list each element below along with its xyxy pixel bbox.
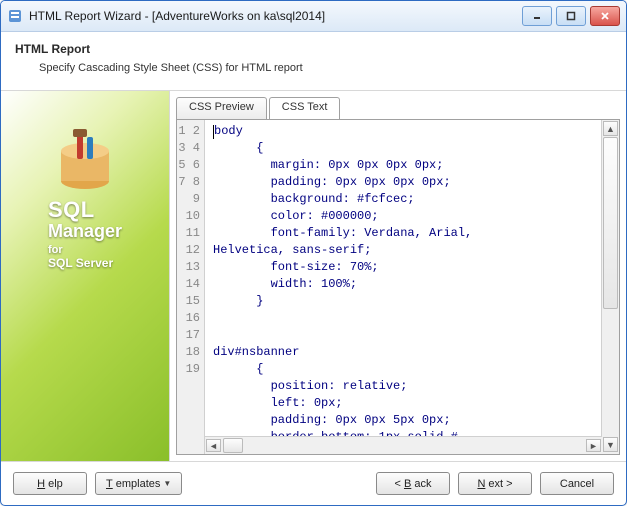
titlebar: HTML Report Wizard - [AdventureWorks on … <box>1 1 626 32</box>
tab-css-text[interactable]: CSS Text <box>269 97 341 119</box>
page-subtitle: Specify Cascading Style Sheet (CSS) for … <box>39 62 612 74</box>
brand-line1: SQL <box>48 199 122 221</box>
scroll-right-icon[interactable]: ► <box>586 439 601 452</box>
vertical-scrollbar[interactable]: ▲ ▼ <box>601 120 619 454</box>
page-title: HTML Report <box>15 42 612 56</box>
wizard-window: HTML Report Wizard - [AdventureWorks on … <box>0 0 627 506</box>
help-button[interactable]: Help <box>13 472 87 495</box>
scroll-up-icon[interactable]: ▲ <box>603 121 618 136</box>
tab-css-preview[interactable]: CSS Preview <box>176 97 267 119</box>
brand-line4: SQL Server <box>48 256 122 270</box>
code-area[interactable]: body { margin: 0px 0px 0px 0px; padding:… <box>205 120 601 454</box>
scroll-thumb-vertical[interactable] <box>603 137 618 309</box>
window-title: HTML Report Wizard - [AdventureWorks on … <box>29 9 522 23</box>
branding-panel: SQL Manager for SQL Server <box>1 91 170 461</box>
tab-bar: CSS Preview CSS Text <box>176 97 626 119</box>
line-number-gutter: 1 2 3 4 5 6 7 8 9 10 11 12 13 14 15 16 1… <box>177 120 205 454</box>
back-button[interactable]: < Back <box>376 472 450 495</box>
wizard-header: HTML Report Specify Cascading Style Shee… <box>1 32 626 91</box>
scroll-down-icon[interactable]: ▼ <box>603 437 618 452</box>
brand-line2: Manager <box>48 221 122 242</box>
brand-line3: for <box>48 244 122 256</box>
next-button[interactable]: Next > <box>458 472 532 495</box>
window-buttons <box>522 6 620 26</box>
chevron-down-icon: ▼ <box>163 479 171 488</box>
scroll-thumb-horizontal[interactable] <box>223 438 243 453</box>
css-editor: 1 2 3 4 5 6 7 8 9 10 11 12 13 14 15 16 1… <box>176 119 620 455</box>
wizard-body: SQL Manager for SQL Server CSS Preview C… <box>1 91 626 461</box>
cancel-button[interactable]: Cancel <box>540 472 614 495</box>
product-name: SQL Manager for SQL Server <box>48 199 122 270</box>
horizontal-scrollbar[interactable]: ◄ ► <box>205 436 602 454</box>
close-button[interactable] <box>590 6 620 26</box>
wizard-footer: Help Templates ▼ < Back Next > Cancel <box>1 461 626 505</box>
scroll-left-icon[interactable]: ◄ <box>206 439 221 452</box>
minimize-button[interactable] <box>522 6 552 26</box>
app-icon <box>7 8 23 24</box>
maximize-button[interactable] <box>556 6 586 26</box>
main-panel: CSS Preview CSS Text 1 2 3 4 5 6 7 8 9 1… <box>170 91 626 461</box>
product-artwork-icon <box>53 129 117 196</box>
templates-button[interactable]: Templates ▼ <box>95 472 182 495</box>
